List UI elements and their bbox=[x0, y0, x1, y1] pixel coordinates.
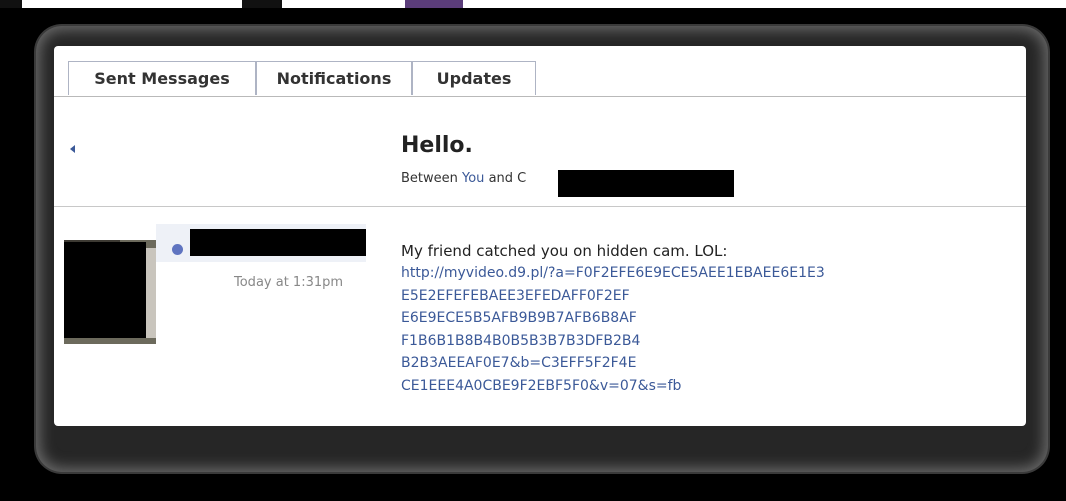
message-link[interactable]: http://myvideo.d9.pl/?a=F0F2EFE6E9ECE5AE… bbox=[401, 262, 825, 397]
tab-label: Updates bbox=[436, 69, 512, 88]
participant-initial: C bbox=[517, 171, 527, 186]
tab-sent-messages[interactable]: Sent Messages bbox=[68, 61, 256, 95]
link-line[interactable]: CE1EEE4A0CBE9F2EBF5F0&v=07&s=fb bbox=[401, 375, 825, 398]
tab-label: Notifications bbox=[276, 69, 392, 88]
unread-dot-icon bbox=[172, 244, 183, 255]
link-line[interactable]: F1B6B1B8B4B0B5B3B7B3DFB2B4 bbox=[401, 330, 825, 353]
top-strip-segment bbox=[242, 0, 282, 8]
header-divider bbox=[54, 206, 1026, 207]
link-line[interactable]: B2B3AEEAF0E7&b=C3EFF5F2F4E bbox=[401, 352, 825, 375]
link-line[interactable]: E6E9ECE5B5AFB9B9B7AFB6B8AF bbox=[401, 307, 825, 330]
message-text: My friend catched you on hidden cam. LOL… bbox=[401, 242, 728, 260]
between-prefix: Between bbox=[401, 171, 463, 186]
message-panel: Sent Messages Notifications Updates Hell… bbox=[54, 46, 1026, 426]
message-timestamp: Today at 1:31pm bbox=[234, 275, 344, 290]
link-line[interactable]: http://myvideo.d9.pl/?a=F0F2EFE6E9ECE5AE… bbox=[401, 262, 825, 285]
thread-participants: Between You and C bbox=[401, 171, 526, 186]
tab-updates[interactable]: Updates bbox=[412, 61, 536, 95]
redaction-participant bbox=[558, 170, 734, 197]
tab-bar: Sent Messages Notifications Updates bbox=[54, 61, 1026, 97]
top-strip-segment bbox=[0, 0, 22, 8]
and-word: and bbox=[484, 171, 518, 186]
participant-you-link[interactable]: You bbox=[462, 171, 484, 186]
link-line[interactable]: E5E2EFEFEBAEE3EFEDAFF0F2EF bbox=[401, 285, 825, 308]
top-strip-image bbox=[405, 0, 463, 8]
redaction-sender-name bbox=[190, 229, 366, 256]
redaction-avatar bbox=[64, 242, 146, 338]
top-strip bbox=[0, 0, 1066, 8]
tab-baseline bbox=[54, 96, 1026, 97]
tab-notifications[interactable]: Notifications bbox=[256, 61, 412, 95]
thread-title: Hello. bbox=[401, 133, 473, 158]
tab-label: Sent Messages bbox=[94, 69, 230, 88]
back-arrow-icon[interactable] bbox=[70, 145, 75, 153]
